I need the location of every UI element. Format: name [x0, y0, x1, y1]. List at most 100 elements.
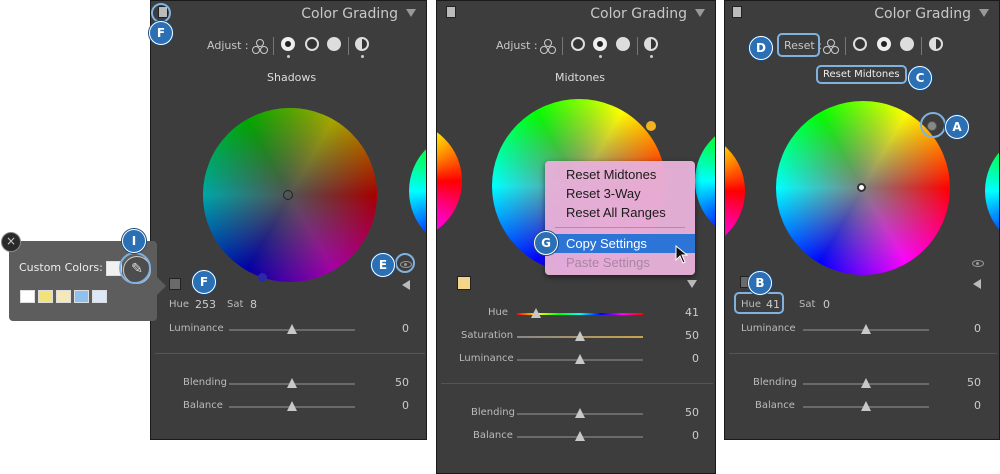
menu-item-reset-3-way[interactable]: Reset 3-Way: [545, 184, 695, 203]
slider-thumb[interactable]: [287, 378, 297, 388]
hue-value-highlight: [734, 292, 784, 314]
luminance-slider[interactable]: [517, 354, 643, 364]
callout-marker: I: [122, 229, 146, 253]
slider-thumb[interactable]: [861, 378, 871, 388]
highlights-view-button[interactable]: [900, 37, 914, 51]
hue-value[interactable]: 41: [685, 306, 699, 319]
saturation-label: Saturation: [461, 330, 514, 341]
three-way-view-icon[interactable]: [252, 39, 268, 54]
slider-thumb[interactable]: [575, 331, 585, 341]
balance-value[interactable]: 0: [402, 399, 409, 412]
close-popup-button[interactable]: ×: [1, 232, 21, 252]
highlights-view-button[interactable]: [327, 37, 341, 51]
shadows-view-button[interactable]: [571, 37, 585, 51]
blending-value[interactable]: 50: [395, 376, 409, 389]
panel-toggle-switch[interactable]: [446, 6, 456, 18]
wheel-center-handle[interactable]: [857, 183, 866, 192]
global-view-button[interactable]: [929, 37, 943, 51]
eye-icon[interactable]: [972, 260, 984, 267]
slider-thumb[interactable]: [575, 431, 585, 441]
slider-thumb[interactable]: [287, 401, 297, 411]
three-way-view-icon[interactable]: [540, 39, 556, 54]
expand-arrow-icon[interactable]: [973, 279, 981, 289]
wheel-center-handle[interactable]: [283, 190, 293, 200]
callout-marker: D: [749, 36, 773, 60]
panel-collapse-icon[interactable]: [979, 9, 989, 17]
panel-collapse-icon[interactable]: [695, 9, 705, 17]
hue-value[interactable]: 253: [195, 298, 216, 311]
hue-slider[interactable]: [517, 308, 643, 318]
global-view-button[interactable]: [355, 37, 369, 51]
hue-handle[interactable]: [646, 121, 656, 131]
global-view-button[interactable]: [644, 37, 658, 51]
wheel-title: Shadows: [267, 71, 317, 84]
balance-value[interactable]: 0: [692, 429, 699, 442]
blending-label: Blending: [183, 377, 227, 388]
luminance-slider[interactable]: [803, 324, 929, 334]
balance-label: Balance: [473, 430, 513, 441]
color-swatch[interactable]: [169, 278, 181, 290]
custom-color-swatch[interactable]: [20, 290, 35, 303]
menu-item-copy-settings[interactable]: Copy Settings: [545, 234, 695, 253]
saturation-slider[interactable]: [517, 331, 643, 341]
shadows-view-button[interactable]: [853, 37, 867, 51]
hue-handle[interactable]: [258, 273, 267, 282]
adjust-row: Adjust :: [151, 35, 426, 58]
panel-title: Color Grading: [590, 6, 687, 22]
panel-collapse-icon[interactable]: [406, 9, 416, 17]
saturation-value[interactable]: 50: [685, 329, 699, 342]
custom-color-swatch[interactable]: [74, 290, 89, 303]
custom-color-swatch[interactable]: [38, 290, 53, 303]
blending-value[interactable]: 50: [967, 376, 981, 389]
eyedropper-highlight: [119, 252, 151, 284]
blending-slider[interactable]: [803, 378, 929, 388]
custom-color-swatch[interactable]: [56, 290, 71, 303]
midtones-view-button[interactable]: [305, 37, 319, 51]
luminance-slider[interactable]: [229, 324, 355, 334]
blending-label: Blending: [753, 377, 797, 388]
luminance-value[interactable]: 0: [692, 352, 699, 365]
shadows-view-button[interactable]: [281, 37, 295, 51]
balance-slider[interactable]: [517, 431, 643, 441]
highlights-view-button[interactable]: [616, 37, 630, 51]
midtones-view-button[interactable]: [593, 37, 607, 51]
custom-color-swatch[interactable]: [92, 290, 107, 303]
collapse-arrow-icon[interactable]: [687, 280, 697, 288]
callout-marker: F: [192, 270, 216, 294]
wheel-title: Midtones: [555, 71, 606, 84]
menu-item-reset-midtones[interactable]: Reset Midtones: [545, 165, 695, 184]
slider-thumb[interactable]: [575, 408, 585, 418]
custom-colors-label: Custom Colors:: [19, 261, 103, 274]
slider-thumb[interactable]: [575, 354, 585, 364]
balance-value[interactable]: 0: [974, 399, 981, 412]
slider-thumb[interactable]: [531, 308, 541, 318]
sat-value[interactable]: 8: [250, 298, 257, 311]
adjust-label: Adjust :: [496, 39, 538, 52]
luminance-value[interactable]: 0: [974, 322, 981, 335]
expand-arrow-icon[interactable]: [402, 280, 410, 290]
three-way-view-icon[interactable]: [823, 39, 839, 54]
luminance-label: Luminance: [459, 353, 514, 364]
color-grading-panel-reset: Color Grading Reset : Reset Midtones Hue…: [724, 0, 1000, 440]
blending-value[interactable]: 50: [685, 406, 699, 419]
callout-marker: C: [908, 66, 932, 90]
blending-label: Blending: [471, 407, 515, 418]
slider-thumb[interactable]: [287, 324, 297, 334]
hue-label: Hue: [169, 299, 190, 310]
blending-slider[interactable]: [517, 408, 643, 418]
balance-slider[interactable]: [803, 401, 929, 411]
blending-slider[interactable]: [229, 378, 355, 388]
midtones-view-button[interactable]: [877, 37, 891, 51]
sat-label: Sat: [227, 299, 244, 310]
balance-slider[interactable]: [229, 401, 355, 411]
menu-item-reset-all-ranges[interactable]: Reset All Ranges: [545, 203, 695, 222]
slider-thumb[interactable]: [861, 401, 871, 411]
luminance-value[interactable]: 0: [402, 322, 409, 335]
slider-thumb[interactable]: [861, 324, 871, 334]
color-swatch[interactable]: [457, 276, 471, 290]
adjacent-wheel-preview: [725, 131, 745, 251]
sat-value[interactable]: 0: [823, 298, 830, 311]
panel-title: Color Grading: [301, 6, 398, 22]
context-menu: Reset Midtones Reset 3-Way Reset All Ran…: [545, 161, 695, 275]
panel-toggle-switch[interactable]: [732, 6, 742, 18]
